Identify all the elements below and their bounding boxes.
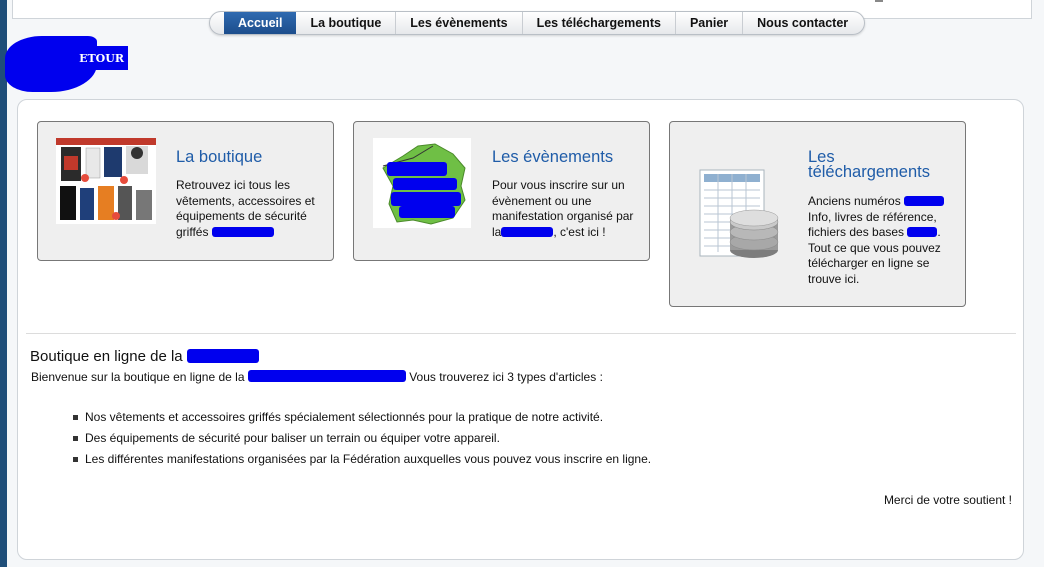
logo-text[interactable]: ETOUR [56, 46, 128, 70]
list-item: Des équipements de sécurité pour baliser… [73, 431, 651, 452]
card-telechargements-line: Tout ce que vous pouvez [808, 240, 941, 255]
card-evenements-title[interactable]: Les évènements [492, 149, 613, 166]
card-evenements-line-text: la [492, 224, 502, 239]
section-intro: Bienvenue sur la boutique en ligne de la… [31, 370, 603, 384]
card-evenements-line: la , c'est ici ! [492, 225, 633, 241]
france-map-graphic [373, 138, 471, 228]
card-boutique-line: vêtements, accessoires et [176, 193, 315, 208]
nav-item-evenements[interactable]: Les évènements [396, 12, 523, 34]
card-telechargements-line: Anciens numéros [808, 194, 945, 210]
card-telechargements[interactable]: Les téléchargements Anciens numéros Info… [669, 121, 966, 307]
redaction-mark [501, 226, 554, 237]
left-border [0, 0, 7, 567]
section-title: Boutique en ligne de la [30, 348, 259, 365]
card-evenements-line-text: , c'est ici ! [553, 224, 606, 239]
main-panel: La boutique Retrouvez ici tous les vêtem… [17, 99, 1024, 560]
card-telechargements-line: fichiers des bases . [808, 225, 941, 239]
card-boutique-title[interactable]: La boutique [176, 149, 262, 166]
section-intro-text: Bienvenue sur la boutique en ligne de la [31, 370, 245, 384]
card-boutique-text: Retrouvez ici tous les vêtements, access… [176, 178, 315, 240]
redaction-mark [247, 370, 406, 382]
card-telechargements-text: Anciens numéros Info, livres de référenc… [808, 194, 945, 287]
nav-item-accueil[interactable]: Accueil [224, 12, 297, 34]
section-intro-text: Vous trouverez ici 3 types d'articles : [409, 370, 603, 384]
card-evenements-line: Pour vous inscrire sur un [492, 178, 625, 192]
card-telechargements-line: Info, livres de référence, [808, 209, 937, 224]
boutique-catalog-image [56, 138, 156, 224]
spreadsheet-database-graphic [699, 169, 779, 258]
card-boutique-line: Retrouvez ici tous les [176, 178, 291, 192]
card-telechargements-line-text: fichiers des bases [808, 225, 905, 239]
redaction-mark [211, 226, 274, 237]
nav-item-panier[interactable]: Panier [676, 12, 744, 34]
thanks-message: Merci de votre soutient ! [883, 493, 1012, 507]
card-telechargements-line: télécharger en ligne se [808, 256, 930, 270]
card-evenements[interactable]: Les évènements Pour vous inscrire sur un… [353, 121, 650, 261]
card-boutique[interactable]: La boutique Retrouvez ici tous les vêtem… [37, 121, 334, 261]
section-divider [26, 333, 1016, 334]
redaction-mark [186, 349, 259, 363]
redaction-mark [907, 227, 938, 237]
card-boutique-line-text: griffés [176, 224, 209, 239]
nav-item-boutique[interactable]: La boutique [296, 12, 397, 34]
card-telechargements-line: trouve ici. [808, 271, 860, 286]
card-evenements-line: évènement ou une [492, 193, 592, 208]
top-bar-mark [875, 0, 883, 2]
section-title-text: Boutique en ligne de la [30, 348, 183, 365]
list-item: Les différentes manifestations organisée… [73, 452, 651, 473]
card-boutique-line: griffés [176, 225, 315, 241]
list-item: Nos vêtements et accessoires griffés spé… [73, 410, 651, 431]
nav-item-contact[interactable]: Nous contacter [743, 12, 862, 34]
database-icon [694, 162, 784, 262]
card-telechargements-line-text: Anciens numéros [808, 194, 901, 208]
card-telechargements-title-line[interactable]: téléchargements [808, 164, 930, 181]
main-navigation: Accueil La boutique Les évènements Les t… [209, 11, 865, 35]
card-evenements-line: manifestation organisé par [492, 209, 634, 223]
nav-item-telechargements[interactable]: Les téléchargements [523, 12, 676, 34]
evenements-map-image [373, 138, 471, 228]
catalog-image-graphic [56, 138, 156, 224]
article-types-list: Nos vêtements et accessoires griffés spé… [73, 410, 651, 473]
card-evenements-text: Pour vous inscrire sur un évènement ou u… [492, 178, 633, 240]
redaction-mark [904, 196, 945, 206]
card-boutique-line: équipements de sécurité [176, 209, 307, 223]
card-telechargements-title[interactable]: Les téléchargements [808, 149, 930, 181]
